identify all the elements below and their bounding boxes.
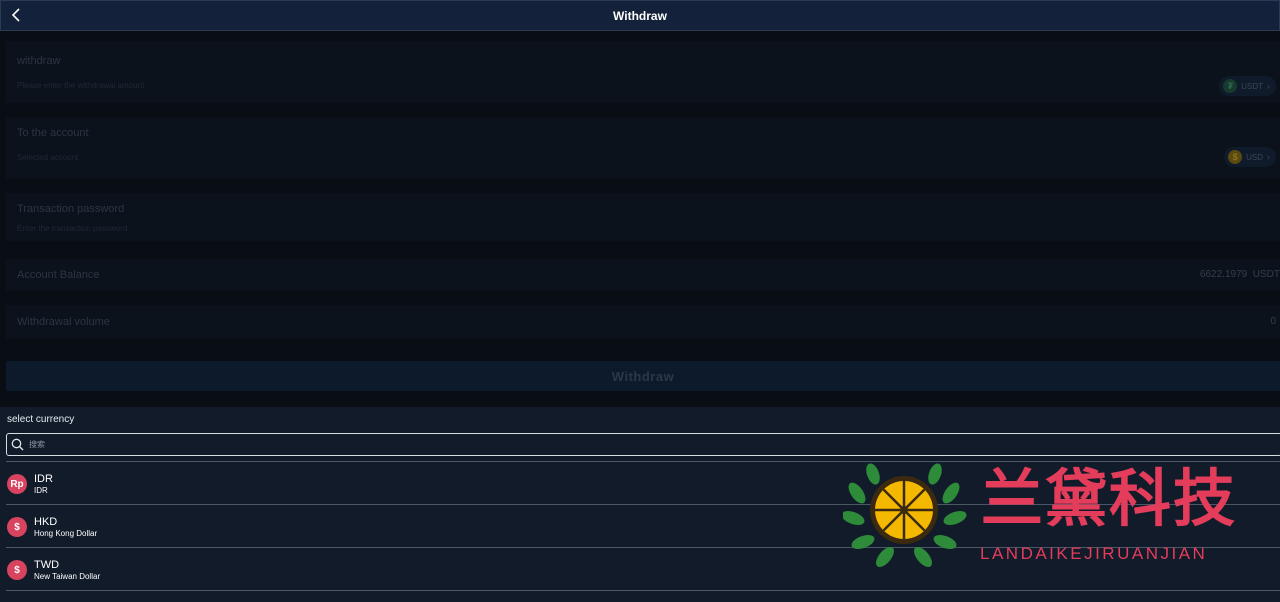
chevron-right-icon: ›	[1267, 81, 1270, 91]
currency-text: IDR IDR	[34, 473, 53, 496]
divider	[6, 590, 1280, 591]
withdrawal-volume-label: Withdrawal volume	[17, 316, 110, 328]
to-account-label: To the account	[17, 127, 89, 139]
withdrawal-volume-value: 0	[1270, 316, 1276, 327]
withdraw-amount-row[interactable]: withdraw Please enter the withdrawal amo…	[6, 41, 1280, 103]
currency-code: HKD	[34, 515, 58, 528]
search-placeholder: 搜索	[29, 440, 45, 449]
currency-name: Hong Kong Dollar	[34, 528, 98, 538]
to-account-row[interactable]: To the account Selected account $ USD ›	[6, 117, 1280, 179]
currency-name: New Taiwan Dollar	[34, 571, 101, 581]
account-currency-selector[interactable]: $ USD ›	[1224, 147, 1276, 167]
chevron-left-icon	[11, 8, 20, 22]
balance-unit: USDT	[1252, 269, 1280, 280]
transaction-password-input[interactable]: Enter the transaction password	[17, 224, 127, 233]
withdraw-submit-button[interactable]: Withdraw	[6, 361, 1280, 391]
withdraw-amount-input[interactable]: Please enter the withdrawal amount	[17, 81, 144, 90]
withdraw-amount-label: withdraw	[17, 55, 61, 67]
tether-coin-icon: ₮	[1223, 79, 1238, 93]
account-balance-row: Account Balance 6622.1979 USDT	[6, 259, 1280, 291]
withdraw-currency-selector[interactable]: ₮ USDT ›	[1219, 76, 1276, 96]
currency-name: IDR	[34, 485, 48, 495]
dollar-coin-icon: $	[1228, 150, 1243, 164]
sheet-title: select currency	[7, 414, 75, 425]
transaction-password-row[interactable]: Transaction password Enter the transacti…	[6, 193, 1280, 241]
watermark-pinyin-text: LANDAIKEJIRUANJIAN	[980, 544, 1208, 563]
currency-code: IDR	[34, 472, 53, 485]
currency-code: TWD	[34, 558, 60, 571]
transaction-password-label: Transaction password	[17, 203, 125, 215]
app: Withdraw withdraw Please enter the withd…	[0, 0, 1280, 602]
to-account-input[interactable]: Selected account	[17, 153, 78, 162]
search-icon	[11, 438, 24, 451]
currency-text: TWD New Taiwan Dollar	[34, 559, 100, 582]
withdrawal-volume-row: Withdrawal volume 0	[6, 305, 1280, 339]
page-title: Withdraw	[613, 8, 667, 23]
chevron-right-icon: ›	[1267, 152, 1270, 162]
currency-symbol-icon: Rp	[7, 474, 27, 494]
currency-symbol-icon: $	[7, 517, 27, 537]
balance-amount: 6622.1979	[1199, 269, 1248, 280]
account-balance-label: Account Balance	[17, 269, 100, 281]
watermark-chinese-text: 兰黛科技	[981, 462, 1238, 535]
header-bar: Withdraw	[0, 0, 1280, 31]
withdraw-form: withdraw Please enter the withdrawal amo…	[0, 31, 1280, 407]
back-button[interactable]	[7, 5, 27, 25]
currency-symbol-icon: $	[7, 560, 27, 580]
account-currency-code: USD	[1246, 152, 1263, 162]
withdraw-currency-code: USDT	[1241, 81, 1263, 91]
orange-wreath-icon	[843, 463, 967, 567]
account-balance-value: 6622.1979 USDT	[1200, 269, 1280, 280]
watermark-logo: 兰黛科技 LANDAIKEJIRUANJIAN	[843, 460, 1263, 568]
currency-search-input[interactable]: 搜索	[6, 433, 1280, 456]
currency-text: HKD Hong Kong Dollar	[34, 516, 97, 539]
